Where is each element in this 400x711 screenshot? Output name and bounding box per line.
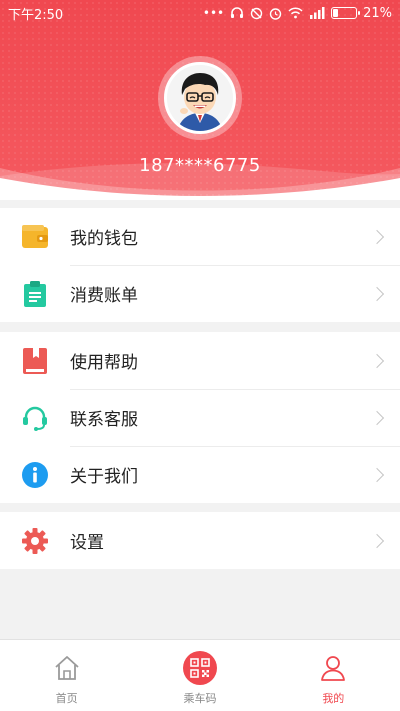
battery-icon <box>331 7 361 19</box>
menu-item-bills[interactable]: 消费账单 <box>0 265 400 322</box>
wallet-icon <box>22 224 48 250</box>
battery-percent: 21% <box>363 5 392 21</box>
chevron-right-icon <box>369 353 385 368</box>
menu-group-settings: 设置 <box>0 512 400 569</box>
signal-icon <box>310 7 325 19</box>
avatar[interactable] <box>164 62 236 134</box>
no-notify-icon <box>250 7 263 19</box>
menu-label: 联系客服 <box>70 410 138 430</box>
status-bar: 下午2:50 ••• 21% <box>0 0 400 26</box>
menu-item-about[interactable]: 关于我们 <box>0 446 400 503</box>
menu-item-settings[interactable]: 设置 <box>0 512 400 569</box>
profile-header: 下午2:50 ••• 21% 187****6775 <box>0 0 400 200</box>
menu-item-wallet[interactable]: 我的钱包 <box>0 208 400 265</box>
chevron-right-icon <box>369 467 385 482</box>
menu-item-customer-service[interactable]: 联系客服 <box>0 389 400 446</box>
gear-icon <box>22 527 48 554</box>
nav-home[interactable]: 首页 <box>0 640 133 711</box>
status-icons: ••• 21% <box>203 6 392 21</box>
qr-code-icon <box>182 650 218 686</box>
menu-label: 设置 <box>70 533 104 553</box>
clipboard-icon <box>22 280 48 307</box>
phone-number: 187****6775 <box>139 155 261 176</box>
menu-group-wallet: 我的钱包 消费账单 <box>0 208 400 322</box>
bottom-nav: 首页 乘车码 我的 <box>0 639 400 711</box>
menu-group-support: 使用帮助 联系客服 关于我们 <box>0 332 400 503</box>
nav-label: 乘车码 <box>183 692 217 705</box>
chevron-right-icon <box>369 410 385 425</box>
wifi-icon <box>288 7 303 19</box>
user-icon <box>315 650 351 686</box>
alarm-icon <box>269 7 282 20</box>
chevron-right-icon <box>369 229 385 244</box>
chevron-right-icon <box>369 286 385 301</box>
more-dots-icon: ••• <box>202 6 225 20</box>
chevron-right-icon <box>369 533 385 548</box>
menu-label: 关于我们 <box>70 467 138 487</box>
headset-icon <box>22 405 48 431</box>
nav-mine[interactable]: 我的 <box>267 640 400 711</box>
home-icon <box>49 650 85 686</box>
menu-label: 消费账单 <box>70 286 138 306</box>
menu-label: 我的钱包 <box>70 229 138 249</box>
status-time: 下午2:50 <box>8 7 64 23</box>
menu-item-help[interactable]: 使用帮助 <box>0 332 400 389</box>
nav-label: 我的 <box>322 692 345 705</box>
nav-ride-code[interactable]: 乘车码 <box>133 640 266 711</box>
avatar-ring[interactable] <box>158 56 242 140</box>
nav-label: 首页 <box>55 692 78 705</box>
info-icon <box>22 461 48 488</box>
menu-label: 使用帮助 <box>70 353 138 373</box>
book-icon <box>22 347 48 374</box>
cartoon-face-icon <box>167 65 233 131</box>
headphones-icon <box>231 7 244 18</box>
